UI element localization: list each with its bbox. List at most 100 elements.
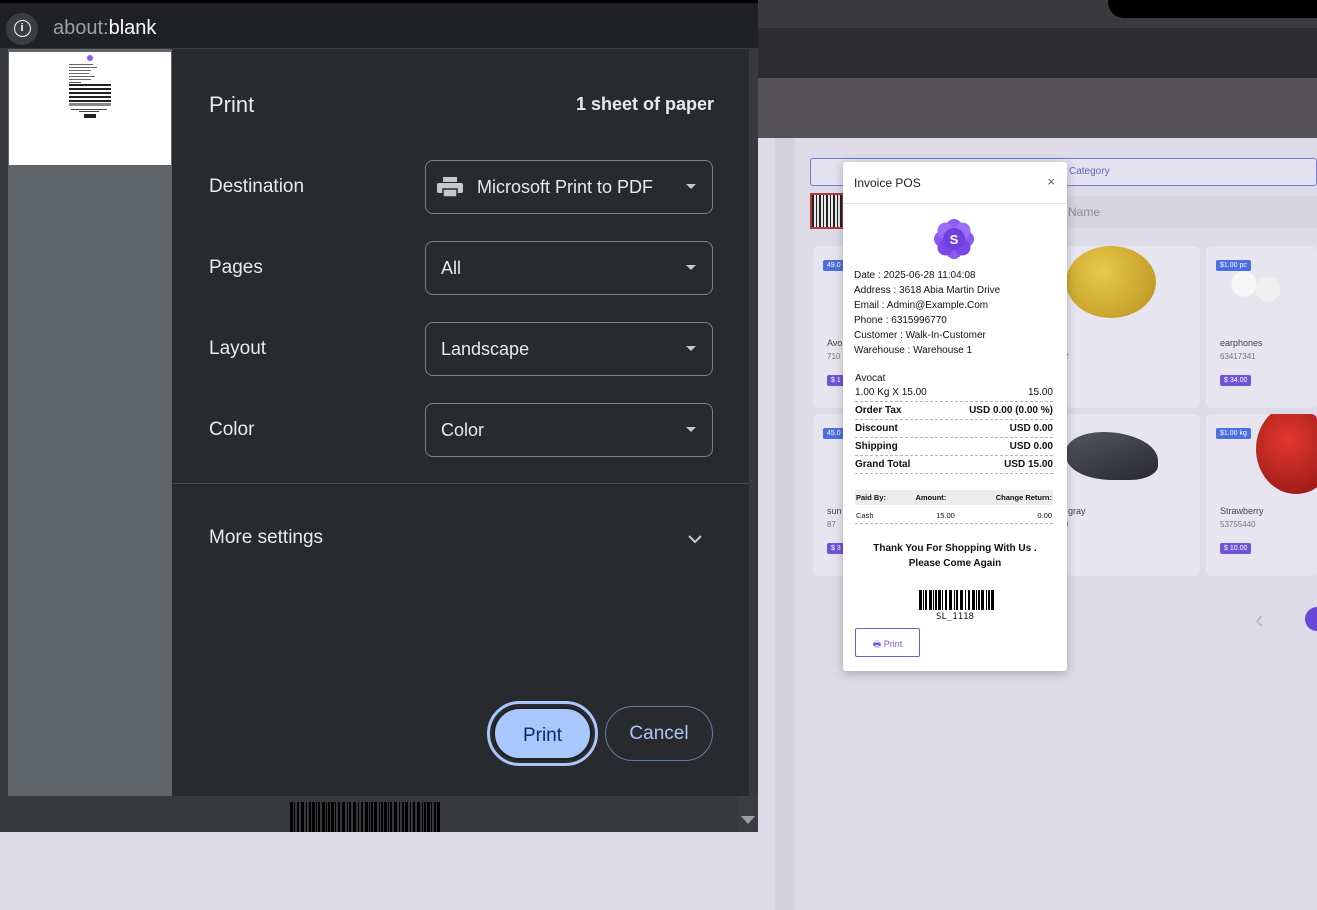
chevron-down-icon[interactable] (686, 530, 704, 548)
invoice-date: Date : 2025-06-28 11:04:08 (854, 270, 976, 281)
invoice-info: Date : 2025-06-28 11:04:08 Address : 361… (854, 268, 1000, 358)
product-image-shoe (1066, 414, 1200, 490)
thanks-line-2: Please Come Again (908, 558, 1002, 569)
product-badge: 45.0 (823, 428, 845, 439)
item-name: Avocat (855, 373, 886, 384)
store-logo: S (934, 219, 974, 259)
total-value: USD 0.00 (1009, 423, 1053, 434)
total-label: Order Tax (855, 405, 902, 416)
color-select[interactable]: Color (425, 403, 713, 457)
invoice-title: Invoice POS (854, 176, 921, 190)
url-scheme: about: (53, 17, 109, 39)
payment-cell: 15.00 (936, 511, 955, 520)
payment-header: Paid By: Amount: Change Return: (855, 490, 1053, 505)
chevron-down-icon (686, 184, 696, 189)
total-row-grand: Grand Total USD 15.00 (855, 456, 1053, 474)
thanks-line-1: Thank You For Shopping With Us . (873, 543, 1037, 554)
info-icon[interactable]: i (6, 13, 38, 45)
invoice-barcode (919, 590, 994, 610)
sheet-count: 1 sheet of paper (575, 94, 714, 114)
payment-header-cell: Change Return: (995, 493, 1052, 502)
product-image-lemon (1066, 246, 1200, 322)
layout-select[interactable]: Landscape (425, 322, 713, 376)
color-label: Color (209, 419, 255, 440)
total-label: Grand Total (855, 459, 911, 470)
product-badge: $1.00 pc (1216, 260, 1251, 271)
destination-select[interactable]: Microsoft Print to PDF (425, 160, 713, 214)
chevron-down-icon (686, 346, 696, 351)
product-code: 710 (827, 352, 841, 361)
product-card[interactable]: $1.00 kg Strawberry 53755440 $ 10.00 (1206, 414, 1317, 576)
background-navbar (758, 28, 1317, 78)
print-button-label: Print (493, 707, 592, 760)
layout-label: Layout (209, 338, 267, 359)
total-label: Discount (855, 423, 898, 434)
background-column-separator (775, 138, 795, 910)
cancel-button[interactable]: Cancel (605, 706, 713, 761)
thank-you-message: Thank You For Shopping With Us . Please … (843, 541, 1067, 571)
barcode-scan-icon[interactable] (810, 193, 844, 229)
scrollbar[interactable] (738, 796, 758, 832)
destination-label: Destination (209, 176, 305, 197)
product-name: Strawberry (1220, 506, 1264, 516)
chevron-down-icon (686, 427, 696, 432)
payment-cell: Cash (856, 511, 874, 520)
scroll-down-icon[interactable] (741, 816, 755, 824)
invoice-print-button[interactable]: 🖶 Print (855, 628, 920, 657)
more-settings-toggle[interactable]: More settings (209, 527, 323, 549)
invoice-address: Address : 3618 Abia Martin Drive (854, 285, 1001, 296)
print-button[interactable]: Print (487, 701, 598, 766)
total-row-shipping: Shipping USD 0.00 (855, 438, 1053, 456)
layout-value: Landscape (441, 339, 530, 359)
browser-url-bar: i about:blank (0, 0, 758, 48)
print-preview-page (9, 52, 171, 165)
product-price: $ 10.00 (1220, 543, 1252, 554)
product-name: sun (827, 506, 842, 516)
total-value: USD 0.00 (0.00 %) (969, 405, 1053, 416)
close-icon[interactable]: × (1047, 174, 1055, 189)
url-text[interactable]: about:blank (53, 17, 156, 40)
background-notch (1108, 0, 1317, 18)
product-code: 63417341 (1220, 352, 1256, 361)
item-line: 1.00 Kg X 15.00 15.00 (855, 386, 1053, 402)
destination-value: Microsoft Print to PDF (477, 177, 654, 197)
color-value: Color (441, 420, 485, 440)
pages-select[interactable]: All (425, 241, 713, 295)
product-name: Avo (827, 338, 843, 348)
invoice-code: SL_1118 (936, 612, 974, 622)
preview-page-content (69, 55, 111, 118)
total-value: USD 15.00 (1004, 459, 1053, 470)
pagination-prev-icon[interactable]: ‹ (1255, 604, 1264, 635)
item-qty: 1.00 Kg X 15.00 (855, 387, 927, 398)
payment-header-cell: Amount: (915, 493, 947, 502)
logo-letter: S (950, 232, 959, 247)
pages-label: Pages (209, 257, 263, 278)
product-badge: $1.00 kg (1216, 428, 1251, 439)
settings-divider (173, 483, 749, 484)
payment-table: Paid By: Amount: Change Return: Cash 15.… (855, 490, 1053, 524)
printer-icon (437, 176, 463, 197)
product-code: 87 (827, 520, 836, 529)
product-name: gray (1068, 506, 1086, 516)
invoice-email: Email : Admin@Example.Com (854, 300, 989, 311)
payment-row: Cash 15.00 0.00 (855, 505, 1053, 524)
product-card[interactable]: $1.00 pc earphones 63417341 $ 34.00 (1206, 246, 1317, 408)
url-path: blank (108, 17, 157, 39)
product-badge: 49.0 (823, 260, 845, 271)
print-title: Print (209, 92, 255, 117)
total-row-discount: Discount USD 0.00 (855, 420, 1053, 438)
background-left-area (0, 832, 775, 910)
product-card[interactable]: 2 (1066, 246, 1200, 408)
product-card[interactable]: gray 9 (1066, 414, 1200, 576)
payment-cell: 0.00 (1037, 511, 1052, 520)
product-image-strawberry (1206, 414, 1317, 494)
invoice-phone: Phone : 6315996770 (854, 315, 947, 326)
product-name: earphones (1220, 338, 1263, 348)
product-price: $ 34.00 (1220, 375, 1252, 386)
product-image-earphones (1206, 246, 1317, 322)
invoice-modal: Invoice POS × S Date : 2025-06-28 11:04:… (843, 162, 1067, 671)
page-barcode (290, 802, 440, 832)
invoice-warehouse: Warehouse : Warehouse 1 (854, 345, 973, 356)
invoice-print-label: Print (883, 639, 903, 649)
background-subheader (758, 78, 1317, 138)
